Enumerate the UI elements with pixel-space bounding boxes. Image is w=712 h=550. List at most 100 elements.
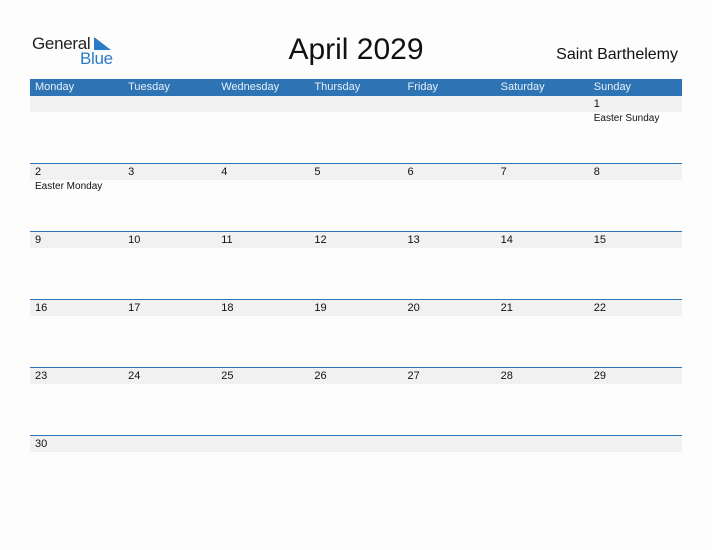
day-number [501,96,589,112]
day-cell: 12 [309,232,402,248]
weekday-friday: Friday [407,81,439,93]
day-cell: 6 [403,164,496,194]
day-number: 25 [221,370,234,382]
day-number [594,436,682,452]
day-number: 29 [593,370,606,382]
day-number: 21 [500,302,513,314]
day-cell: 2 Easter Monday [30,164,123,194]
day-number: 24 [128,370,141,382]
day-cell [496,436,589,452]
day-number: 10 [128,234,141,246]
day-cell: 16 [30,300,123,316]
weekday-sunday: Sunday [593,81,632,93]
weekday-thursday: Thursday [314,81,361,93]
week-cells: 9 10 11 12 13 14 15 [30,232,682,248]
week-row: 30 [30,435,682,503]
day-number: 22 [593,302,606,314]
day-cell [216,96,309,126]
day-cell: 14 [496,232,589,248]
day-number: 12 [314,234,327,246]
day-number [35,96,123,112]
weekday-header: Monday Tuesday Wednesday Thursday Friday… [30,79,682,96]
day-cell [403,436,496,452]
day-number: 28 [500,370,513,382]
week-row: 2 Easter Monday 3 4 5 6 7 8 [30,163,682,231]
day-cell: 24 [123,368,216,384]
day-cell: 18 [216,300,309,316]
day-number: 18 [221,302,234,314]
day-cell: 26 [309,368,402,384]
day-cell [123,96,216,126]
calendar-grid: Monday Tuesday Wednesday Thursday Friday… [30,79,682,503]
day-number: 20 [407,302,420,314]
day-cell: 4 [216,164,309,194]
day-number [408,436,496,452]
day-cell: 25 [216,368,309,384]
day-cell [496,96,589,126]
day-number [314,96,402,112]
day-number: 5 [314,166,321,178]
day-cell: 30 [30,436,123,452]
day-cell [309,96,402,126]
day-cell [309,436,402,452]
day-number: 2 [35,166,42,178]
day-number: 16 [35,302,48,314]
day-cell: 21 [496,300,589,316]
day-number: 11 [221,234,233,246]
day-cell: 20 [403,300,496,316]
day-number: 19 [314,302,327,314]
day-number: 13 [407,234,420,246]
day-cell: 10 [123,232,216,248]
day-cell: 28 [496,368,589,384]
day-cell: 22 [589,300,682,316]
day-number: 14 [500,234,513,246]
day-number: 23 [35,370,48,382]
day-number: 4 [221,166,228,178]
day-number: 1 [593,98,600,110]
day-number [501,436,589,452]
day-number: 30 [35,438,48,450]
weekday-wednesday: Wednesday [221,81,280,93]
day-number: 7 [500,166,507,178]
day-cell: 13 [403,232,496,248]
day-number: 3 [128,166,135,178]
day-cell: 23 [30,368,123,384]
day-number [221,96,309,112]
week-cells: 30 [30,436,682,452]
day-number: 15 [593,234,606,246]
day-number: 8 [593,166,600,178]
country-label: Saint Barthelemy [556,46,678,63]
day-number [314,436,402,452]
weekday-monday: Monday [35,81,75,93]
day-cell [589,436,682,452]
day-number [128,96,216,112]
day-cell: 3 [123,164,216,194]
week-cells: 1 Easter Sunday [30,96,682,126]
day-cell [216,436,309,452]
week-row: 23 24 25 26 27 28 29 [30,367,682,435]
week-row: 9 10 11 12 13 14 15 [30,231,682,299]
day-cell: 1 Easter Sunday [589,96,682,126]
day-cell: 27 [403,368,496,384]
holiday-label: Easter Monday [35,181,103,192]
day-number [128,436,216,452]
week-row: 1 Easter Sunday [30,96,682,163]
week-cells: 2 Easter Monday 3 4 5 6 7 8 [30,164,682,194]
day-cell [30,96,123,126]
day-number: 9 [35,234,42,246]
day-cell: 7 [496,164,589,194]
day-number [408,96,496,112]
day-cell: 5 [309,164,402,194]
week-cells: 16 17 18 19 20 21 22 [30,300,682,316]
day-number: 6 [407,166,414,178]
day-number: 17 [128,302,141,314]
weekday-tuesday: Tuesday [128,81,170,93]
day-cell [123,436,216,452]
weekday-saturday: Saturday [500,81,545,93]
day-cell: 9 [30,232,123,248]
day-cell: 8 [589,164,682,194]
day-cell: 15 [589,232,682,248]
day-cell: 11 [216,232,309,248]
day-number [221,436,309,452]
weeks-container: 1 Easter Sunday 2 Easter Monday 3 4 5 6 7 8 9 10 11 1… [30,96,682,503]
